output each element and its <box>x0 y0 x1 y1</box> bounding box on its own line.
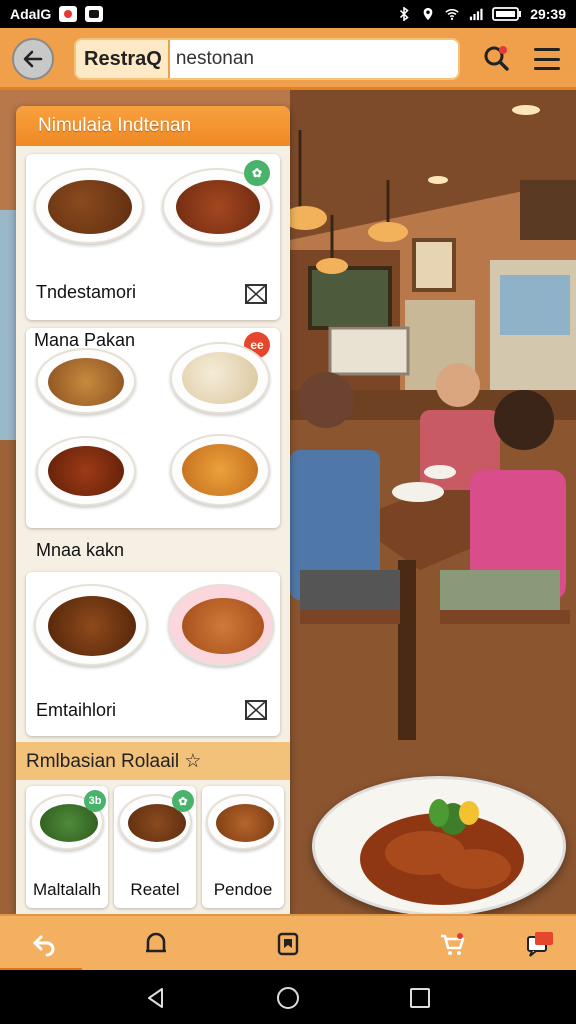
search-bar[interactable]: RestraQ <box>74 38 460 80</box>
menu-line <box>534 67 560 70</box>
dish-spring-rolls[interactable] <box>168 584 274 666</box>
nav-chat[interactable] <box>524 928 556 960</box>
section-heading: Mnaa kakn <box>36 540 125 560</box>
cart-icon <box>441 933 465 955</box>
app-screen: AdaIG 29:39 RestraQ nestonan Nimulaia In… <box>0 0 576 1024</box>
menu-card-1[interactable]: ✿ Tndestamori <box>26 154 280 320</box>
nav-saved[interactable] <box>272 928 304 960</box>
dish-chicken-curry[interactable] <box>36 436 136 506</box>
mini-label: Pendoe <box>213 880 273 899</box>
chat-icon <box>527 932 553 957</box>
envelope-icon[interactable] <box>244 282 268 306</box>
battery-icon <box>492 7 522 21</box>
system-back-icon[interactable] <box>144 986 168 1010</box>
mini-badge: 3b <box>84 790 106 812</box>
status-bar: AdaIG 29:39 <box>0 0 576 28</box>
dish-spring-roll <box>206 794 280 850</box>
message-icon <box>85 6 104 22</box>
mini-label: Maltalalh <box>32 880 102 899</box>
signal-icon <box>470 8 483 21</box>
wifi-icon <box>445 8 459 20</box>
mini-label: Reatel <box>130 880 180 899</box>
location-icon <box>423 7 433 21</box>
brand-logo: RestraQ <box>76 40 170 78</box>
menu-button[interactable] <box>530 44 564 74</box>
bottom-navigation <box>0 914 576 972</box>
search-button[interactable] <box>478 40 514 76</box>
card-title: Emtaihlori <box>36 700 117 720</box>
notification-icon <box>59 6 78 22</box>
panel-header: Nimulaia Indtenan <box>16 106 290 146</box>
menu-card-2[interactable]: Mana Pakan ee <box>26 328 280 528</box>
system-recents-icon[interactable] <box>408 986 432 1010</box>
carrier-label: AdaIG <box>10 6 52 22</box>
envelope-icon[interactable] <box>244 698 268 722</box>
back-button[interactable] <box>12 38 54 80</box>
featured-dish-image <box>312 776 566 916</box>
menu-line <box>534 57 560 61</box>
search-icon <box>484 46 509 71</box>
home-icon <box>146 932 166 953</box>
nav-home[interactable] <box>140 928 172 960</box>
bookmark-icon <box>277 932 299 956</box>
system-home-icon[interactable] <box>276 986 300 1010</box>
leaf-icon: ✿ <box>244 160 270 186</box>
arrow-left-icon <box>23 50 43 68</box>
mini-card-1[interactable]: 3b Maltalalh <box>26 786 108 908</box>
mini-card-3[interactable]: Pendoe <box>202 786 284 908</box>
dish-fried-fish[interactable] <box>170 434 270 506</box>
nav-back[interactable] <box>28 928 60 960</box>
brand-name: RestraQ <box>84 47 162 70</box>
mini-card-2[interactable]: ✿ Reatel <box>114 786 196 908</box>
leaf-icon: ✿ <box>172 790 194 812</box>
return-icon <box>32 935 55 957</box>
nav-cart[interactable] <box>436 928 468 960</box>
dish-fried-rice[interactable] <box>36 348 136 414</box>
system-navigation-bar <box>0 970 576 1024</box>
bluetooth-icon <box>400 7 409 21</box>
menu-panel: Nimulaia Indtenan ✿ Tndestamori Mana Pak… <box>16 106 290 914</box>
dish-rice-plate[interactable] <box>170 342 270 414</box>
dish-stir-fry[interactable] <box>34 584 148 666</box>
featured-dish-food <box>360 799 524 905</box>
app-bar: RestraQ <box>0 28 576 90</box>
search-input[interactable] <box>169 40 458 78</box>
dish-noodles[interactable] <box>34 168 144 244</box>
menu-line <box>534 48 560 51</box>
menu-card-3[interactable]: Emtaihlori <box>26 572 280 736</box>
clock: 29:39 <box>530 6 566 22</box>
card-title: Tndestamori <box>36 282 137 302</box>
recommend-section-header: Rmlbasian Rolaail ☆ <box>16 742 290 780</box>
